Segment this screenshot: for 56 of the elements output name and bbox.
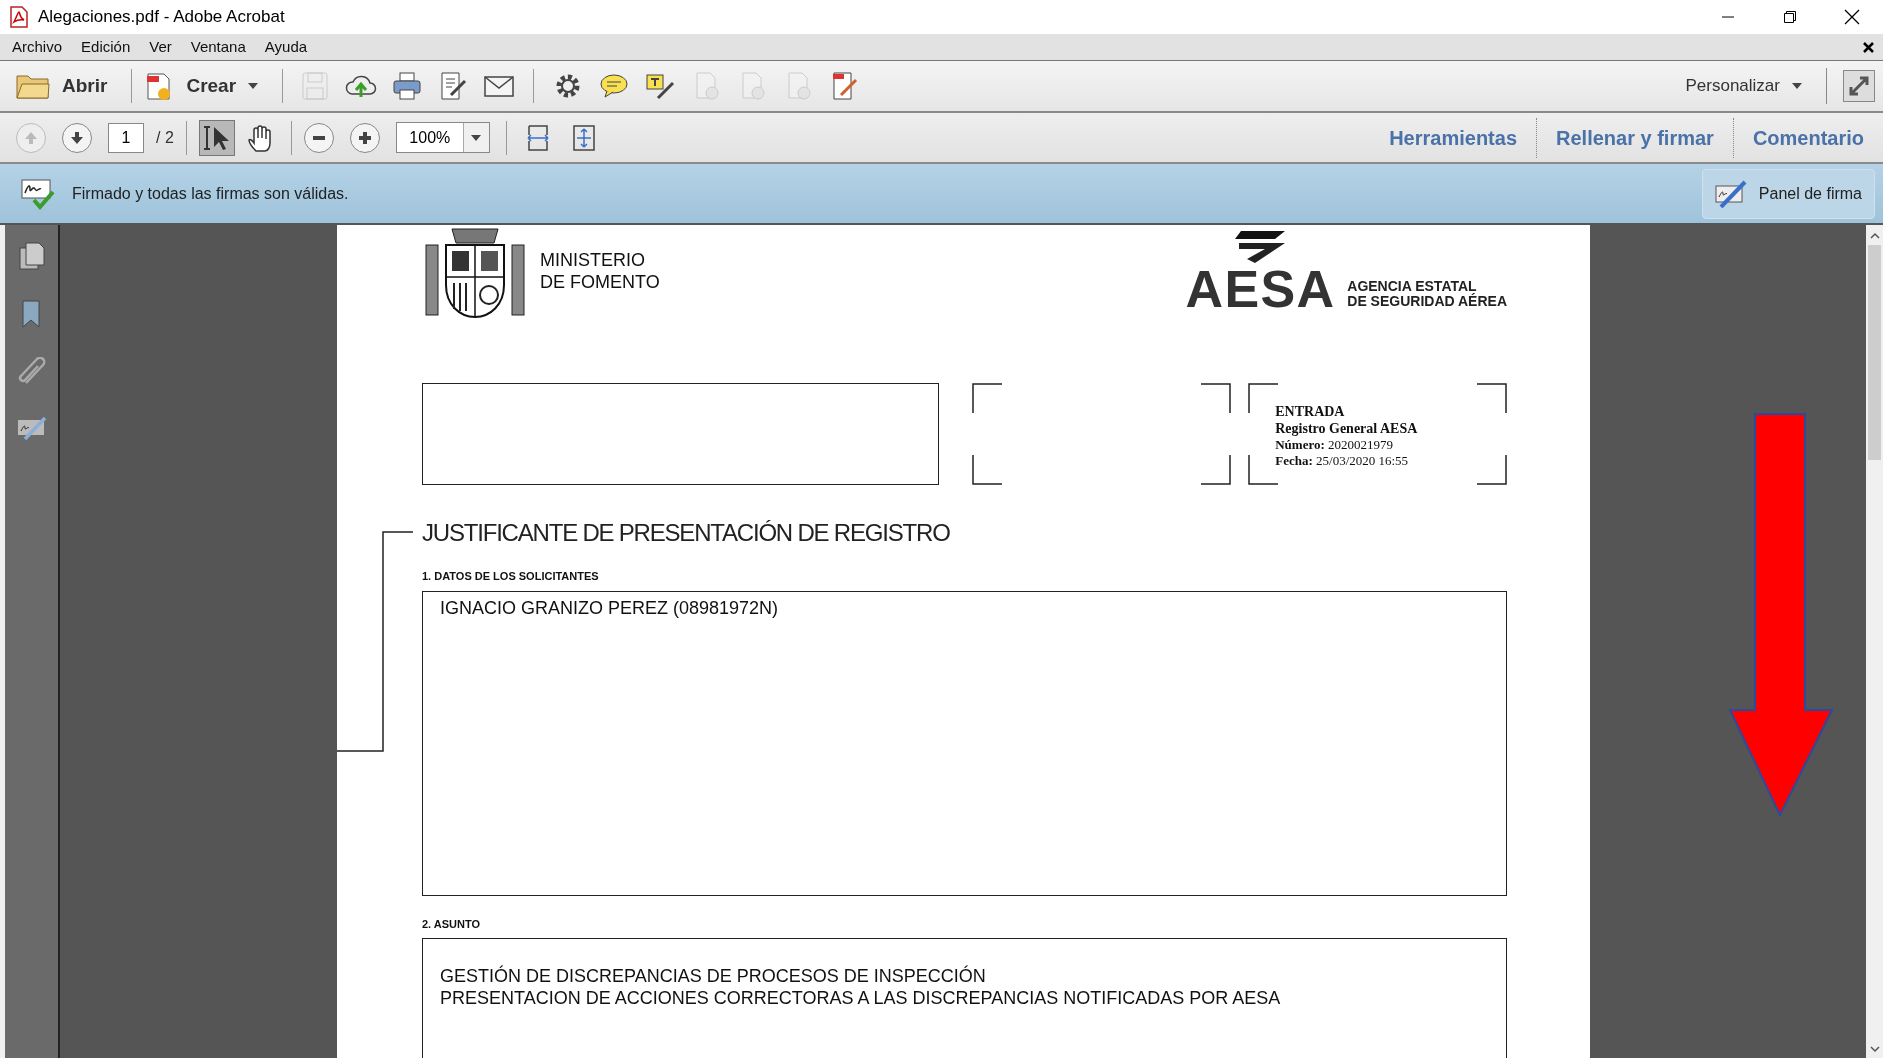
section-heading: 2. ASUNTO	[422, 916, 482, 932]
close-icon	[1862, 41, 1874, 53]
zoom-in-button[interactable]	[349, 122, 380, 153]
restore-icon	[1783, 10, 1797, 24]
zoom-out-button[interactable]	[303, 122, 334, 153]
up-arrow-icon	[24, 130, 38, 145]
plus-icon	[357, 130, 372, 145]
section-text: IGNACIO GRANIZO PEREZ (08981972N)	[440, 596, 780, 619]
menu-item[interactable]: Ventana	[190, 35, 246, 59]
agency-name: AGENCIA ESTATAL	[1347, 279, 1477, 294]
create-button[interactable]: Crear	[144, 66, 267, 106]
signature-status-text: Firmado y todas las firmas son válidas.	[72, 183, 349, 204]
stamp-text: ENTRADA	[1275, 403, 1346, 420]
pdf-file-icon	[8, 6, 30, 28]
section-heading: 1. DATOS DE LOS SOLICITANTES	[422, 569, 600, 584]
print-button[interactable]	[391, 70, 424, 102]
section-text: GESTIÓN DE DISCREPANCIAS DE PROCESOS DE INSPECCIÓN	[440, 965, 987, 987]
signature-pen-icon	[1714, 179, 1747, 208]
document-title: JUSTIFICANTE DE PRESENTACIÓN DE REGISTRO	[422, 518, 951, 548]
page-count: / 2	[156, 127, 174, 148]
select-tool-button[interactable]	[198, 119, 235, 156]
ministry-name: MINISTERIO	[540, 249, 646, 271]
menu-item[interactable]: Archivo	[12, 35, 63, 59]
page-number-field[interactable]: 1	[108, 122, 144, 153]
agency-name: DE SEGURIDAD AÉREA	[1347, 294, 1507, 309]
signature-valid-icon	[20, 177, 56, 210]
folder-icon	[16, 72, 50, 100]
stamp-text: Número: 2020021979	[1275, 437, 1395, 453]
close-document-button[interactable]	[1861, 40, 1875, 54]
pages-icon[interactable]	[17, 241, 46, 271]
vertical-scrollbar[interactable]	[1866, 225, 1883, 1058]
ministry-name: DE FOMENTO	[540, 271, 660, 293]
caret-icon	[1792, 83, 1802, 89]
down-arrow-icon	[70, 130, 84, 145]
window-title: Alegaciones.pdf - Adobe Acrobat	[38, 6, 285, 29]
pane-tab[interactable]: Comentario	[1733, 117, 1883, 158]
signature-panel-button[interactable]: Panel de firma	[1701, 168, 1875, 219]
open-button[interactable]: Abrir	[16, 66, 120, 106]
customize-button[interactable]: Personalizar	[1685, 73, 1802, 99]
fullscreen-button[interactable]	[1843, 70, 1875, 102]
stamp-text: Registro General AESA	[1275, 420, 1419, 437]
menu-item[interactable]: Edición	[81, 35, 131, 59]
pane-tab[interactable]: Herramientas	[1370, 117, 1536, 158]
zoom-dropdown[interactable]: 100%	[395, 122, 490, 153]
stamp-text: Fecha: 25/03/2020 16:55	[1275, 453, 1410, 469]
section-text: PRESENTACION DE ACCIONES CORRECTORAS A LAS DISCREPANCIAS NOTIFICADAS POR AESA	[440, 987, 1282, 1009]
close-icon	[1844, 9, 1860, 25]
caret-icon	[248, 83, 259, 89]
pane-tab[interactable]: Rellenar y firmar	[1537, 117, 1733, 158]
menu-item[interactable]: Ayuda	[264, 35, 308, 59]
next-page-button[interactable]	[62, 122, 92, 153]
signature-pen-icon[interactable]	[16, 415, 47, 441]
aesa-logo-text: AESA	[1185, 265, 1336, 313]
scrollbar-thumb[interactable]	[1868, 245, 1881, 460]
menu-item[interactable]: Ver	[149, 35, 172, 59]
caret-icon	[471, 134, 482, 141]
